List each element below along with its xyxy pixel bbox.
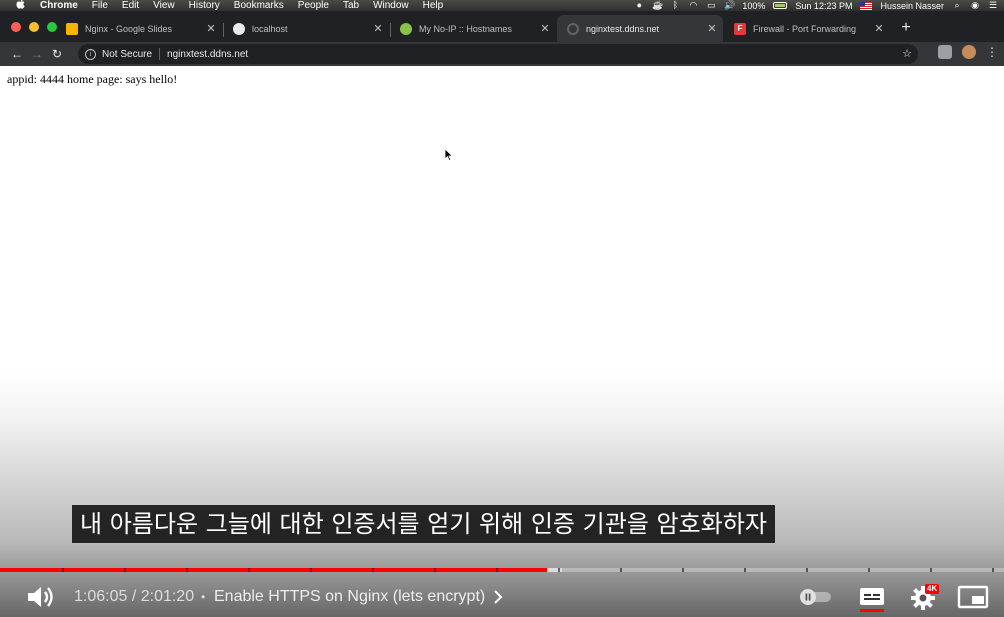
tab-firewall-port-forwarding[interactable]: F Firewall - Port Forwarding ✕ <box>724 15 890 42</box>
security-status[interactable]: Not Secure <box>102 49 152 60</box>
time-display: 1:06:05 / 2:01:20 <box>74 588 195 605</box>
progress-played <box>0 568 548 572</box>
chapter-marker <box>620 568 622 572</box>
menu-window[interactable]: Window <box>373 0 409 11</box>
close-window-button[interactable] <box>11 22 21 32</box>
progress-bar[interactable] <box>0 568 1004 572</box>
subtitle-caption: 내 아름다운 그늘에 대한 인증서를 얻기 위해 인증 기관을 암호화하자 <box>72 505 775 543</box>
profile-avatar[interactable] <box>962 45 976 59</box>
chapter-title[interactable]: Enable HTTPS on Nginx (lets encrypt) <box>214 588 485 606</box>
chapter-marker <box>124 568 126 572</box>
bookmark-star-icon[interactable]: ☆ <box>902 47 912 60</box>
chapter-marker <box>372 568 374 572</box>
bluetooth-icon[interactable]: ᛒ <box>670 1 680 10</box>
wifi-icon[interactable]: ◠ <box>688 1 698 10</box>
page-body-text: appid: 4444 home page: says hello! <box>7 72 178 86</box>
toolbar-actions: ⋮ <box>938 45 998 59</box>
new-tab-button[interactable]: + <box>897 19 915 37</box>
noip-icon <box>400 22 412 35</box>
menu-edit[interactable]: Edit <box>122 0 139 11</box>
chapter-marker <box>62 568 64 572</box>
macos-menu-bar: Chrome File Edit View History Bookmarks … <box>0 0 1004 11</box>
chapter-marker <box>558 568 560 572</box>
tab-no-ip-hostnames[interactable]: My No-IP :: Hostnames ✕ <box>390 15 556 42</box>
tab-title: My No-IP :: Hostnames <box>419 23 512 34</box>
battery-percent: 100% <box>742 0 766 11</box>
chrome-menu-icon[interactable]: ⋮ <box>986 45 998 59</box>
quality-badge: 4K <box>925 584 940 594</box>
chapter-marker <box>434 568 436 572</box>
user-name[interactable]: Hussein Nasser <box>880 1 944 11</box>
minimize-window-button[interactable] <box>29 22 39 32</box>
address-separator <box>159 48 161 60</box>
mouse-cursor-icon <box>444 148 454 162</box>
tab-strip: Nginx - Google Slides ✕ localhost ✕ My N… <box>0 11 1004 42</box>
tab-title: Firewall - Port Forwarding <box>753 23 857 34</box>
chapter-marker <box>992 568 994 572</box>
menu-tab[interactable]: Tab <box>343 0 359 11</box>
chapter-separator: • <box>201 590 206 604</box>
browser-toolbar: ← → ↻ i Not Secure nginxtest.ddns.net ☆ … <box>0 42 1004 66</box>
chapter-marker <box>806 568 808 572</box>
back-button[interactable]: ← <box>7 44 27 64</box>
reload-button[interactable]: ↻ <box>47 44 67 64</box>
chapter-marker <box>496 568 498 572</box>
globe-icon <box>233 22 245 35</box>
play-pause-icon[interactable] <box>0 587 4 607</box>
extension-icon[interactable] <box>938 45 952 59</box>
chapter-marker <box>930 568 932 572</box>
tab-nginxtest[interactable]: nginxtest.ddns.net ✕ <box>557 15 723 42</box>
window-controls <box>11 22 57 32</box>
menu-bookmarks[interactable]: Bookmarks <box>234 0 284 11</box>
loading-icon <box>567 22 579 35</box>
tab-title: nginxtest.ddns.net <box>586 23 660 34</box>
volume-icon[interactable]: 🔊 <box>724 1 735 10</box>
tab-google-slides[interactable]: Nginx - Google Slides ✕ <box>56 15 222 42</box>
close-tab-icon[interactable]: ✕ <box>371 22 385 35</box>
siri-icon[interactable]: ◉ <box>970 1 980 10</box>
info-icon[interactable]: i <box>85 48 96 60</box>
spotlight-search-icon[interactable]: ⌕ <box>952 1 962 10</box>
player-controls: 1:06:05 / 2:01:20 • Enable HTTPS on Ngin… <box>0 577 1004 617</box>
chapter-marker <box>682 568 684 572</box>
status-area: ● ☕ ᛒ ◠ ▭ 🔊 100% Sun 12:23 PM Hussein Na… <box>634 0 998 11</box>
app-menu-chrome[interactable]: Chrome <box>40 0 78 11</box>
tab-title: localhost <box>252 23 288 34</box>
notification-center-icon[interactable]: ☰ <box>988 1 998 10</box>
chevron-right-icon[interactable] <box>493 590 503 604</box>
menu-view[interactable]: View <box>153 0 175 11</box>
tab-localhost[interactable]: localhost ✕ <box>223 15 389 42</box>
chapter-marker <box>310 568 312 572</box>
clock[interactable]: Sun 12:23 PM <box>795 1 852 11</box>
menu-people[interactable]: People <box>298 0 329 11</box>
google-slides-icon <box>66 22 78 35</box>
chapter-marker <box>744 568 746 572</box>
close-tab-icon[interactable]: ✕ <box>204 22 218 35</box>
miniplayer-icon[interactable] <box>957 584 989 610</box>
forward-button[interactable]: → <box>27 44 47 64</box>
close-tab-icon[interactable]: ✕ <box>538 22 552 35</box>
battery-icon[interactable] <box>773 2 788 9</box>
apple-menu-icon[interactable] <box>16 0 26 11</box>
input-source-flag-icon[interactable] <box>860 1 873 10</box>
airplay-icon[interactable]: ▭ <box>706 1 716 10</box>
screen: Chrome File Edit View History Bookmarks … <box>0 0 1004 617</box>
menu-file[interactable]: File <box>92 0 108 11</box>
chapter-marker <box>186 568 188 572</box>
record-icon[interactable]: ● <box>634 1 644 10</box>
chapter-marker <box>248 568 250 572</box>
chapter-marker <box>868 568 870 572</box>
menu-history[interactable]: History <box>189 0 220 11</box>
coffee-icon[interactable]: ☕ <box>652 1 663 10</box>
autoplay-toggle[interactable] <box>799 589 833 605</box>
menu-help[interactable]: Help <box>423 0 444 11</box>
tab-title: Nginx - Google Slides <box>85 23 173 34</box>
close-tab-icon[interactable]: ✕ <box>872 22 886 35</box>
url-text[interactable]: nginxtest.ddns.net <box>167 49 248 60</box>
f-logo-icon: F <box>734 22 746 35</box>
volume-icon[interactable] <box>26 584 56 610</box>
close-tab-icon[interactable]: ✕ <box>705 22 719 35</box>
address-bar[interactable]: i Not Secure nginxtest.ddns.net ☆ <box>78 44 918 64</box>
subtitles-icon[interactable] <box>858 585 886 613</box>
